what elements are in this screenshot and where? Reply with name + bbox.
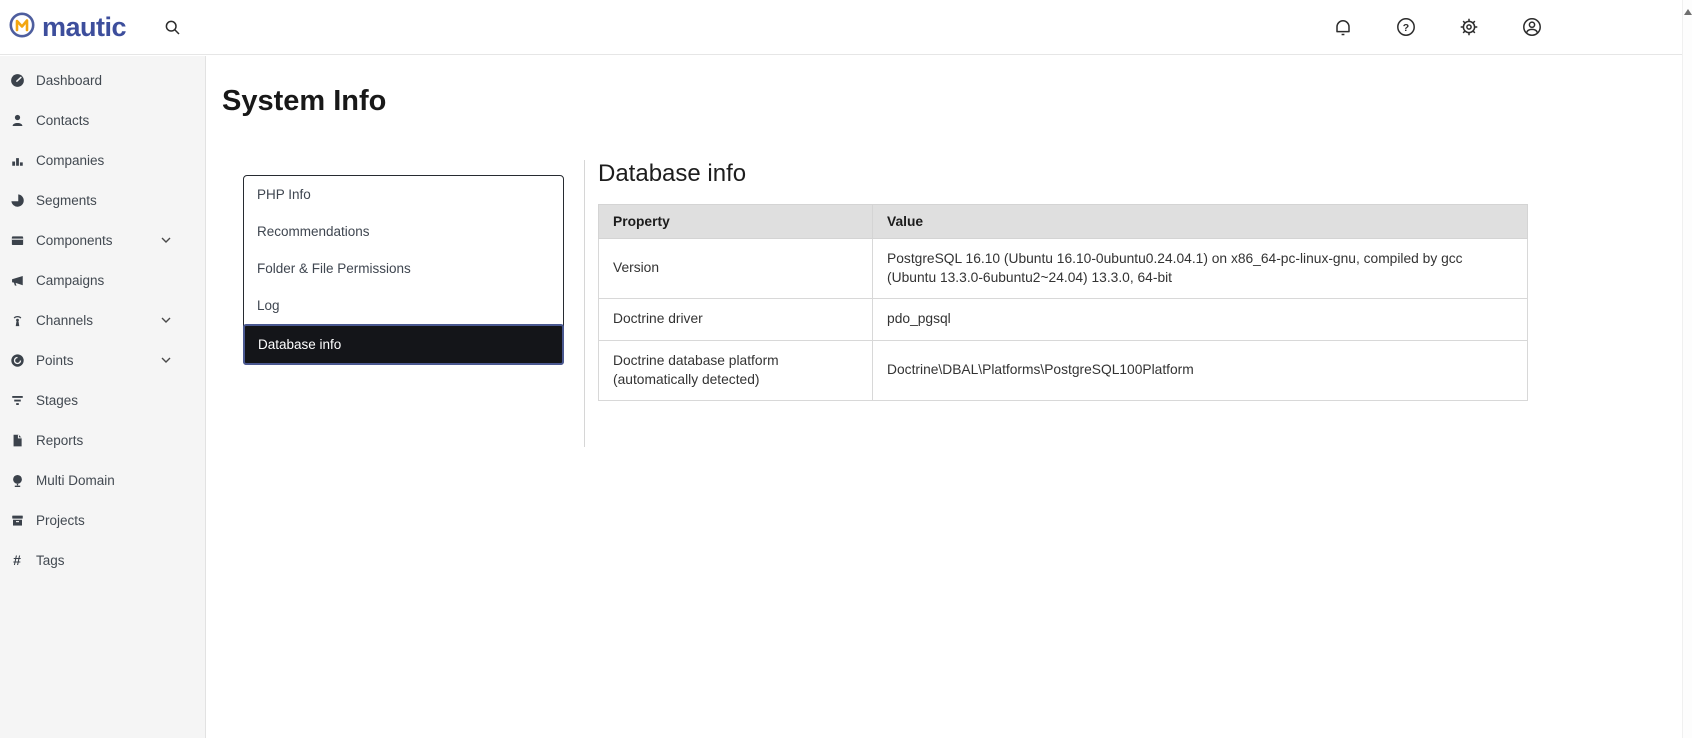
table-row: Doctrine database platform (automaticall… [597, 339, 1528, 402]
sidebar-item-stages[interactable]: Stages [0, 380, 205, 420]
segments-pie-icon [9, 192, 25, 208]
topbar-actions: ? [1323, 7, 1552, 47]
value-cell: PostgreSQL 16.10 (Ubuntu 16.10-0ubuntu0.… [872, 237, 1528, 300]
scroll-up-arrow-icon[interactable] [1684, 9, 1692, 15]
table-row: Doctrine driver pdo_pgsql [597, 298, 1528, 341]
points-icon [9, 352, 25, 368]
database-info-panel: Database info Property Value Version Pos… [597, 160, 1528, 402]
page-title: System Info [222, 85, 387, 117]
multi-domain-globe-icon [9, 472, 25, 488]
campaigns-megaphone-icon [9, 272, 25, 288]
sidebar-item-points[interactable]: Points [0, 340, 205, 380]
table-row: Version PostgreSQL 16.10 (Ubuntu 16.10-0… [597, 237, 1528, 300]
divider [584, 160, 585, 447]
search-icon[interactable] [164, 19, 181, 36]
notifications-bell-icon[interactable] [1323, 7, 1363, 47]
section-heading: Database info [598, 160, 747, 187]
system-info-content: PHP Info Recommendations Folder & File P… [243, 160, 1683, 447]
contacts-icon [9, 112, 25, 128]
settings-gear-icon[interactable] [1449, 7, 1489, 47]
sidebar: Dashboard Contacts Companies Segments Co… [0, 56, 206, 738]
sidebar-item-components[interactable]: Components [0, 220, 205, 260]
sidebar-item-tags[interactable]: # Tags [0, 540, 205, 580]
sidebar-item-contacts[interactable]: Contacts [0, 100, 205, 140]
sidebar-item-projects[interactable]: Projects [0, 500, 205, 540]
system-info-tabs-column: PHP Info Recommendations Folder & File P… [243, 160, 564, 365]
value-cell: Doctrine\DBAL\Platforms\PostgreSQL100Pla… [872, 339, 1528, 402]
tab-database-info[interactable]: Database info [243, 324, 564, 365]
sidebar-item-campaigns[interactable]: Campaigns [0, 260, 205, 300]
main-content: System Info PHP Info Recommendations Fol… [207, 56, 1683, 738]
vertical-scrollbar[interactable] [1682, 0, 1692, 738]
sidebar-item-channels[interactable]: Channels [0, 300, 205, 340]
table-header-row: Property Value [597, 204, 1528, 239]
property-cell: Doctrine driver [597, 298, 874, 341]
help-icon[interactable]: ? [1386, 7, 1426, 47]
chevron-down-icon [161, 237, 171, 243]
sidebar-item-multi-domain[interactable]: Multi Domain [0, 460, 205, 500]
tab-php-info[interactable]: PHP Info [244, 176, 563, 213]
sidebar-item-dashboard[interactable]: Dashboard [0, 60, 205, 100]
brand-wordmark: mautic [42, 11, 127, 42]
sidebar-item-companies[interactable]: Companies [0, 140, 205, 180]
chevron-down-icon [161, 357, 171, 363]
channels-broadcast-icon [9, 312, 25, 328]
property-cell: Version [597, 237, 874, 300]
value-cell: pdo_pgsql [872, 298, 1528, 341]
dashboard-icon [9, 72, 25, 88]
topbar: mautic ? [0, 0, 1692, 55]
table-header-property: Property [597, 204, 874, 239]
sidebar-item-reports[interactable]: Reports [0, 420, 205, 460]
account-avatar-icon[interactable] [1512, 7, 1552, 47]
tags-hash-icon: # [13, 552, 21, 568]
mautic-logo[interactable]: mautic [9, 11, 127, 43]
components-icon [9, 232, 25, 248]
table-header-value: Value [872, 204, 1528, 239]
chevron-down-icon [161, 317, 171, 323]
mautic-logo-icon [9, 12, 35, 43]
stages-funnel-icon [9, 392, 25, 408]
projects-archive-icon [9, 512, 25, 528]
svg-text:?: ? [1403, 22, 1409, 34]
reports-file-icon [9, 432, 25, 448]
tab-recommendations[interactable]: Recommendations [244, 213, 563, 250]
system-info-tab-list: PHP Info Recommendations Folder & File P… [243, 175, 564, 365]
tab-folder-file-permissions[interactable]: Folder & File Permissions [244, 250, 563, 287]
sidebar-item-segments[interactable]: Segments [0, 180, 205, 220]
tab-log[interactable]: Log [244, 287, 563, 324]
companies-icon [9, 152, 25, 168]
property-cell: Doctrine database platform (automaticall… [597, 339, 874, 402]
database-info-table: Property Value Version PostgreSQL 16.10 … [597, 204, 1528, 402]
